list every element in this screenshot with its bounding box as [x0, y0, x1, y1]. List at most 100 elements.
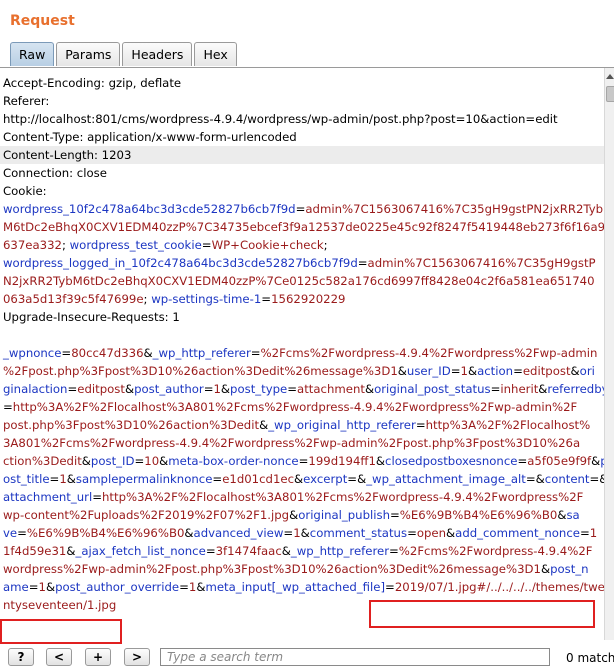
param-name: closedpostboxesnonce — [385, 454, 518, 468]
request-line: M6tDc2eBhqX0CXV1EDM40zzP%7C34735ebcef3f9… — [0, 218, 604, 236]
line-text: = — [261, 292, 272, 306]
request-line: N2jxRR2TybM6tDc2eBhqX0CXV1EDM40zzP%7Ce01… — [0, 272, 604, 290]
line-text: = — [205, 544, 216, 558]
param-name: sa — [566, 508, 580, 522]
search-input[interactable] — [160, 648, 550, 666]
param-name: post_n — [550, 562, 589, 576]
param-name: meta-box-order-nonce — [168, 454, 299, 468]
line-text: = — [450, 364, 461, 378]
param-name: post_author — [134, 382, 204, 396]
param-name: post_type — [230, 382, 288, 396]
param-name: user_ID — [406, 364, 451, 378]
line-text: = — [67, 382, 78, 396]
line-text: = — [579, 526, 590, 540]
param-value: 1 — [213, 382, 221, 396]
param-value: 3A801%2Fcms%2Fwordpress-4.9.4%2Fwordpres… — [3, 436, 581, 450]
param-name: advanced_view — [193, 526, 284, 540]
param-value: WP+Cookie+check — [211, 238, 324, 252]
param-name: post_ID — [90, 454, 135, 468]
request-line: http://localhost:801/cms/wordpress-4.9.4… — [0, 110, 604, 128]
line-text: =& — [589, 472, 604, 486]
line-text: Content-Type: application/x-www-form-url… — [3, 130, 297, 144]
line-text: & — [446, 526, 456, 540]
param-value: 10 — [144, 454, 160, 468]
param-name: action — [477, 364, 514, 378]
param-name: meta_input[_wp_attached_file] — [205, 580, 386, 594]
param-value: http%3A%2F%2Flocalhost%3A801%2Fcms%2Fwor… — [102, 490, 584, 504]
param-value: %E6%9B%B4%E6%96%B0 — [399, 508, 558, 522]
param-value: inherit — [500, 382, 539, 396]
line-text: = — [287, 382, 298, 396]
line-text: & — [81, 454, 91, 468]
tab-hex[interactable]: Hex — [194, 42, 237, 66]
param-name: _ajax_fetch_list_nonce — [75, 544, 206, 558]
param-value: open — [416, 526, 447, 540]
next-button[interactable]: > — [124, 648, 150, 666]
request-line: Connection: close — [0, 164, 604, 182]
search-bar: ? < + > 0 matches — [0, 645, 614, 666]
scroll-up-arrow-icon[interactable] — [606, 74, 614, 79]
request-line: ginalaction=editpost&post_author=1&post_… — [0, 380, 604, 398]
tab-divider — [0, 67, 614, 68]
param-name: excerpt — [303, 472, 348, 486]
line-text: Content-Length: 1203 — [3, 148, 132, 162]
tab-raw[interactable]: Raw — [10, 42, 55, 66]
line-text: & — [570, 364, 580, 378]
panel-title: Request — [10, 13, 75, 29]
param-value: 1f4d59e31 — [3, 544, 67, 558]
help-button[interactable]: ? — [8, 648, 34, 666]
line-text: = — [385, 580, 395, 594]
tab-headers[interactable]: Headers — [122, 42, 193, 66]
param-value: http%3A%2F%2Flocalhost% — [425, 418, 591, 432]
add-button[interactable]: + — [85, 648, 111, 666]
line-text: http://localhost:801/cms/wordpress-4.9.4… — [3, 112, 558, 126]
line-text: & — [159, 454, 169, 468]
line-text: = — [49, 472, 60, 486]
highlight-box-payload-continued — [0, 619, 122, 644]
tab-params[interactable]: Params — [56, 42, 121, 66]
param-name: post_author_override — [55, 580, 180, 594]
param-value: 2019/07/1.jpg#/../../../../themes/twe — [394, 580, 604, 594]
param-name: wordpress_10f2c478a64bc3d3cde52827b6cb7f… — [3, 202, 296, 216]
request-line: wordpress_logged_in_10f2c478a64bc3d3cde5… — [0, 254, 604, 272]
param-name: add_comment_nonce — [455, 526, 580, 540]
vertical-scrollbar[interactable] — [604, 68, 614, 640]
line-text: = — [61, 346, 72, 360]
request-editor[interactable]: Accept-Encoding: gzip, deflate Referer: ht… — [0, 74, 604, 640]
view-tabs: Raw Params Headers Hex — [10, 42, 239, 67]
line-text: = — [179, 580, 189, 594]
line-text: & — [397, 364, 407, 378]
request-line: Content-Type: application/x-www-form-url… — [0, 128, 604, 146]
request-line: ame=1&post_author_override=1&meta_input[… — [0, 578, 604, 596]
param-value: M6tDc2eBhqX0CXV1EDM40zzP%7C34735ebcef3f9… — [3, 220, 604, 234]
line-text: & — [184, 526, 194, 540]
line-text: & — [124, 382, 135, 396]
line-text: = — [203, 382, 214, 396]
param-value: 1 — [293, 526, 301, 540]
request-line: post.php%3Fpost%3D10%26action%3Dedit&_wp… — [0, 416, 604, 434]
request-line: 063a5d13f39c5f47699e; wp-settings-time-1… — [0, 290, 604, 308]
line-text: & — [300, 526, 310, 540]
line-text: & — [289, 508, 299, 522]
param-name: ve — [3, 526, 18, 540]
param-value: %2Fcms%2Fwordpress-4.9.4%2Fwordpress%2Fw… — [260, 346, 598, 360]
param-name: _wpnonce — [3, 346, 62, 360]
line-text: & — [294, 472, 304, 486]
previous-button[interactable]: < — [46, 648, 72, 666]
param-value: ntyseventeen/1.jpg — [3, 598, 117, 612]
line-text: = — [298, 454, 309, 468]
line-text: =& — [525, 472, 545, 486]
line-text: = — [3, 400, 13, 414]
line-text: & — [540, 562, 551, 576]
line-text: Connection: close — [3, 166, 107, 180]
line-text: Accept-Encoding: gzip, deflate — [3, 76, 182, 90]
request-line: Referer: — [0, 92, 604, 110]
scroll-thumb[interactable] — [606, 86, 614, 102]
line-text: Upgrade-Insecure-Requests: 1 — [3, 310, 180, 324]
request-line: ve=%E6%9B%B4%E6%96%B0&advanced_view=1&co… — [0, 524, 604, 542]
request-line: Cookie: — [0, 182, 604, 200]
param-name: ginalaction — [3, 382, 68, 396]
request-line: 3A801%2Fcms%2Fwordpress-4.9.4%2Fwordpres… — [0, 434, 604, 452]
param-value: %E6%9B%B4%E6%96%B0 — [26, 526, 185, 540]
line-text: = — [517, 454, 528, 468]
